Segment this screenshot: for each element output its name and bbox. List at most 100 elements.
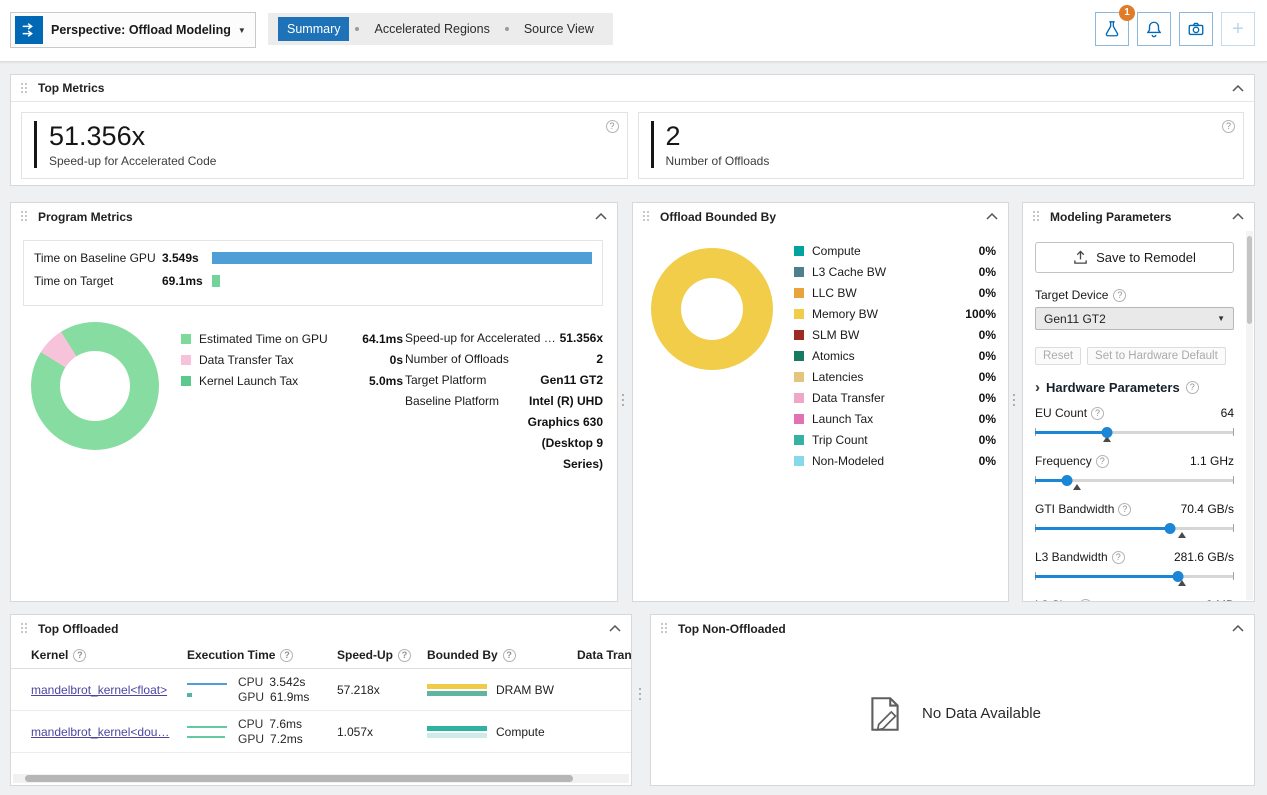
default-marker-icon: [1073, 484, 1081, 490]
scrollbar-thumb[interactable]: [1247, 236, 1252, 324]
help-icon[interactable]: ?: [280, 649, 293, 662]
horizontal-scrollbar[interactable]: [13, 774, 629, 783]
help-icon[interactable]: ?: [1096, 455, 1109, 468]
speedup-cell: 57.218x: [337, 683, 427, 697]
legend-row: Kernel Launch Tax 5.0ms: [181, 370, 403, 391]
help-icon[interactable]: ?: [606, 120, 619, 133]
expander-chevron-icon: ›: [1035, 381, 1040, 394]
metric-card-speedup: 51.356x Speed-up for Accelerated Code ?: [21, 112, 628, 179]
vertical-scrollbar[interactable]: [1246, 231, 1253, 600]
snapshot-camera-button[interactable]: [1179, 12, 1213, 46]
panel-title: Program Metrics: [38, 210, 133, 224]
plus-icon: +: [1232, 19, 1244, 39]
splitter-handle[interactable]: [622, 394, 624, 407]
legend-swatch: [794, 351, 804, 361]
slider-track[interactable]: [1035, 474, 1234, 491]
execution-time-mini-chart: [187, 683, 229, 697]
legend-swatch: [794, 393, 804, 403]
bounded-by-mini-chart: [427, 684, 487, 696]
remodel-flask-button[interactable]: 1: [1095, 12, 1129, 46]
scrollbar-thumb[interactable]: [25, 775, 573, 782]
add-button[interactable]: +: [1221, 12, 1255, 46]
help-icon[interactable]: ?: [398, 649, 411, 662]
drag-handle-icon[interactable]: [21, 82, 29, 95]
help-icon[interactable]: ?: [503, 649, 516, 662]
tab-separator-dot: [355, 27, 359, 31]
drag-handle-icon[interactable]: [643, 210, 651, 223]
bounded-by-mini-chart: [427, 726, 487, 738]
slider-handle[interactable]: [1061, 475, 1072, 486]
save-to-remodel-button[interactable]: Save to Remodel: [1035, 242, 1234, 273]
collapse-chevron-icon[interactable]: [1232, 213, 1244, 220]
toolbar-actions: 1 +: [1095, 12, 1255, 46]
collapse-chevron-icon[interactable]: [595, 213, 607, 220]
help-icon[interactable]: ?: [1079, 599, 1092, 603]
legend-swatch: [181, 376, 191, 386]
help-icon[interactable]: ?: [1091, 407, 1104, 420]
perspective-selector[interactable]: Perspective: Offload Modeling ▼: [10, 12, 256, 48]
help-icon[interactable]: ?: [1186, 381, 1199, 394]
panel-title: Top Metrics: [38, 81, 104, 95]
kernel-link[interactable]: mandelbrot_kernel<float>: [31, 683, 167, 697]
panel-top-offloaded: Top Offloaded Kernel? Execution Time? Sp…: [10, 614, 632, 786]
drag-handle-icon[interactable]: [661, 622, 669, 635]
slider-track[interactable]: [1035, 570, 1234, 587]
empty-message: No Data Available: [922, 705, 1041, 722]
slider-handle[interactable]: [1165, 523, 1176, 534]
execution-time-cell: CPU7.6ms GPU7.2ms: [187, 717, 337, 747]
legend-swatch: [794, 435, 804, 445]
reset-button[interactable]: Reset: [1035, 347, 1081, 365]
program-metrics-facts: Speed-up for Accelerated … 51.356x Numbe…: [405, 328, 603, 475]
slider-value: 1.1 GHz: [1190, 454, 1234, 468]
drag-handle-icon[interactable]: [21, 622, 29, 635]
kernel-link[interactable]: mandelbrot_kernel<dou…: [31, 725, 169, 739]
notifications-bell-button[interactable]: [1137, 12, 1171, 46]
program-metrics-body: Time on Baseline GPU 3.549s Time on Targ…: [11, 230, 617, 601]
splitter-handle[interactable]: [1013, 394, 1015, 407]
slider-handle[interactable]: [1101, 427, 1112, 438]
slider-l3-bandwidth: L3 Bandwidth ? 281.6 GB/s: [1035, 550, 1234, 587]
no-data-placeholder: No Data Available: [651, 642, 1254, 785]
collapse-chevron-icon[interactable]: [986, 213, 998, 220]
help-icon[interactable]: ?: [1113, 289, 1126, 302]
drag-handle-icon[interactable]: [21, 210, 29, 223]
tab-source-view[interactable]: Source View: [515, 17, 603, 41]
slider-eu-count: EU Count ? 64: [1035, 406, 1234, 443]
collapse-chevron-icon[interactable]: [1232, 85, 1244, 92]
legend-swatch: [794, 456, 804, 466]
help-icon[interactable]: ?: [1222, 120, 1235, 133]
set-hardware-default-button[interactable]: Set to Hardware Default: [1087, 347, 1226, 365]
help-icon[interactable]: ?: [1112, 551, 1125, 564]
slider-track[interactable]: [1035, 426, 1234, 443]
drag-handle-icon[interactable]: [1033, 210, 1041, 223]
fact-row: Speed-up for Accelerated … 51.356x: [405, 328, 603, 349]
help-icon[interactable]: ?: [1118, 503, 1131, 516]
legend-row: Data Transfer Tax 0s: [181, 349, 403, 370]
collapse-chevron-icon[interactable]: [609, 625, 621, 632]
modeling-buttons-row: Reset Set to Hardware Default: [1035, 347, 1234, 365]
table-header: Kernel? Execution Time? Speed-Up? Bounde…: [11, 642, 631, 669]
target-device-select[interactable]: Gen11 GT2 ▼: [1035, 307, 1234, 330]
fact-row: Target Platform Gen11 GT2: [405, 370, 603, 391]
bounded-by-cell: DRAM BW: [427, 683, 577, 697]
splitter-handle[interactable]: [639, 688, 641, 701]
collapse-chevron-icon[interactable]: [1232, 625, 1244, 632]
slider-track[interactable]: [1035, 522, 1234, 539]
slider-gti-bandwidth: GTI Bandwidth ? 70.4 GB/s: [1035, 502, 1234, 539]
table-row: mandelbrot_kernel<dou… CPU7.6ms GPU7.2ms…: [11, 711, 631, 753]
panel-header: Modeling Parameters: [1023, 203, 1254, 230]
speedup-cell: 1.057x: [337, 725, 427, 739]
panel-modeling-parameters: Modeling Parameters Save to Remodel Targ…: [1022, 202, 1255, 602]
view-tabs: Summary Accelerated Regions Source View: [268, 13, 613, 45]
modeling-parameters-body: Save to Remodel Target Device ? Gen11 GT…: [1023, 230, 1254, 601]
slider-handle[interactable]: [1173, 571, 1184, 582]
tab-accelerated-regions[interactable]: Accelerated Regions: [365, 17, 498, 41]
panel-title: Offload Bounded By: [660, 210, 776, 224]
legend-swatch: [794, 309, 804, 319]
tab-summary[interactable]: Summary: [278, 17, 349, 41]
bar-label: Time on Baseline GPU: [34, 251, 162, 265]
chevron-down-icon: ▼: [238, 26, 246, 35]
help-icon[interactable]: ?: [73, 649, 86, 662]
hardware-parameters-header[interactable]: › Hardware Parameters ?: [1035, 380, 1234, 395]
program-metrics-legend: Estimated Time on GPU 64.1ms Data Transf…: [181, 328, 403, 391]
